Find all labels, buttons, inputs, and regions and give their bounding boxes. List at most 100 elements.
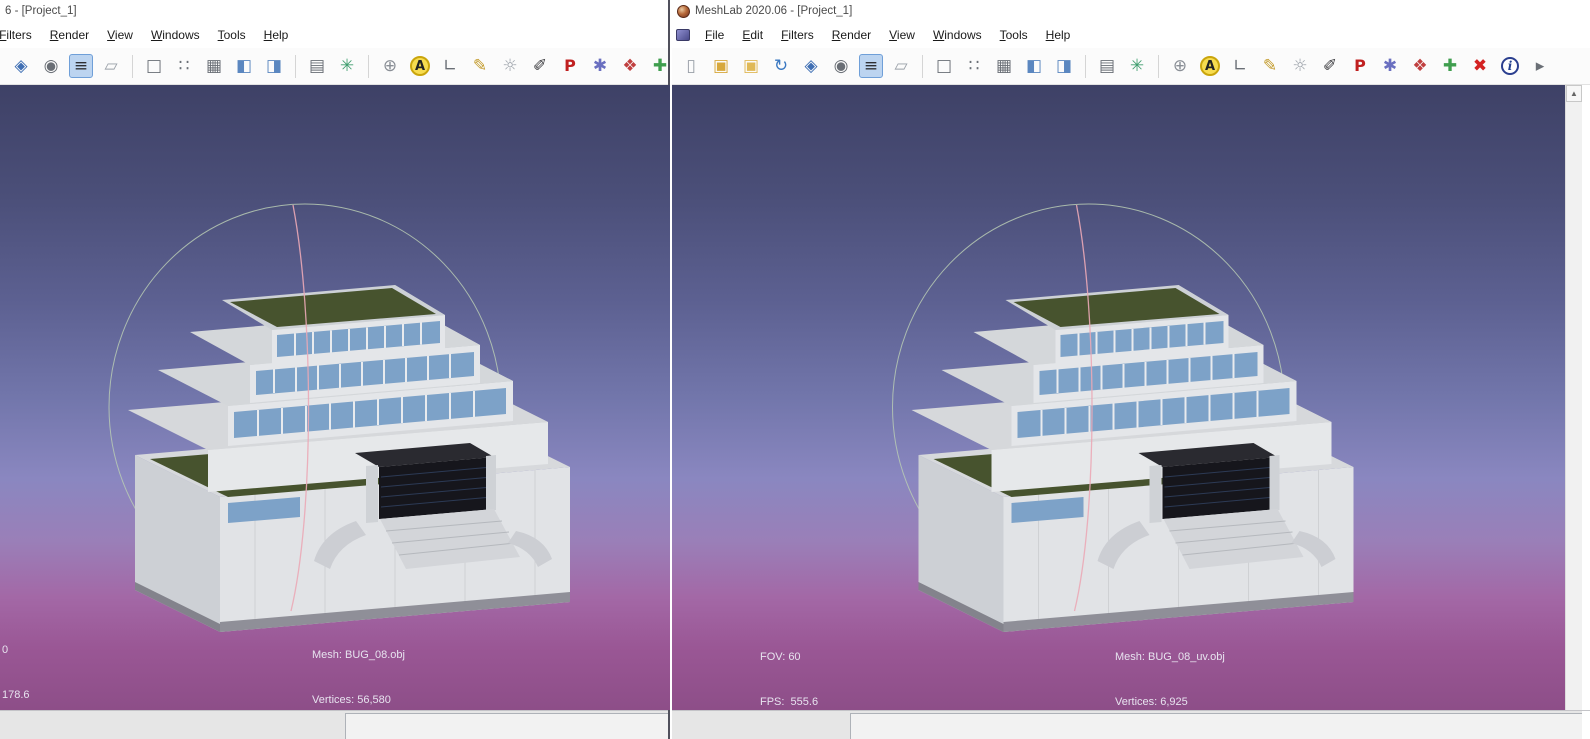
draw-flat-shading-icon[interactable]: ◧: [1022, 54, 1046, 78]
meshlab-window-left: 6 - [Project_1] File Edit Filters Render…: [0, 0, 670, 739]
menu-tools[interactable]: Tools: [991, 26, 1037, 44]
window-title-right: MeshLab 2020.06 - [Project_1]: [695, 5, 852, 17]
align-tool-icon[interactable]: ❖: [1408, 54, 1432, 78]
menu-render[interactable]: Render: [823, 26, 880, 44]
overflow-icon[interactable]: ▸: [1528, 54, 1552, 78]
decorators-icon[interactable]: ✳: [335, 54, 359, 78]
menu-edit[interactable]: Edit: [733, 26, 772, 44]
select-vertexes-icon[interactable]: ✱: [588, 54, 612, 78]
open-project-icon[interactable]: ▣: [709, 54, 733, 78]
snapshot-icon[interactable]: ◉: [39, 54, 63, 78]
trackball-icon[interactable]: ⊕: [378, 54, 402, 78]
hud-fov: FOV: 60: [760, 650, 848, 665]
menu-windows[interactable]: Windows: [924, 26, 991, 44]
draw-flat-shading-icon[interactable]: ◧: [232, 54, 256, 78]
menu-filters[interactable]: Filters: [0, 26, 41, 44]
save-project-icon[interactable]: ◈: [9, 54, 33, 78]
toolbar-right: ▯▣▣↻◈◉≡▱□∷▦◧◨▤✳⊕A∟✎☼✐P✱❖✚✖i▸: [672, 48, 1590, 85]
draw-points-icon[interactable]: ∷: [962, 54, 986, 78]
render-hud-left: 0 178.6 ENDERING: [2, 613, 60, 710]
menu-render[interactable]: Render: [41, 26, 98, 44]
print-icon[interactable]: ▱: [889, 54, 913, 78]
edit-lamp-icon[interactable]: ☼: [1288, 54, 1312, 78]
texture-mode-icon[interactable]: ▤: [1095, 54, 1119, 78]
print-icon[interactable]: ▱: [99, 54, 123, 78]
align-tool-icon[interactable]: ❖: [618, 54, 642, 78]
info-icon[interactable]: i: [1501, 57, 1519, 75]
mesh-info-left: Mesh: BUG_08.obj Vertices: 56,580 Faces:…: [312, 618, 405, 710]
draw-smooth-shading-icon[interactable]: ◨: [1052, 54, 1076, 78]
titlebar-right[interactable]: MeshLab 2020.06 - [Project_1]: [672, 0, 1590, 22]
scrollbar-up-icon[interactable]: ▲: [1566, 85, 1582, 102]
viewport-3d-right[interactable]: FOV: 60 FPS: 555.6 BO_RENDERING Mesh: BU…: [672, 85, 1565, 710]
menubar-right: File Edit Filters Render View Windows To…: [672, 22, 1590, 48]
draw-wireframe-icon[interactable]: ▦: [992, 54, 1016, 78]
scrollbar-vertical[interactable]: ▲: [1565, 85, 1582, 710]
edit-pen-icon[interactable]: ✎: [468, 54, 492, 78]
measure-tool-icon[interactable]: ✚: [1438, 54, 1462, 78]
pick-points-icon[interactable]: P: [1348, 54, 1372, 78]
ambient-occlusion-icon[interactable]: A: [410, 56, 430, 76]
import-mesh-icon[interactable]: ▣: [739, 54, 763, 78]
hud-fps: FPS: 555.6: [760, 695, 848, 710]
menu-tools[interactable]: Tools: [209, 26, 255, 44]
menu-view[interactable]: View: [98, 26, 142, 44]
save-project-icon[interactable]: ◈: [799, 54, 823, 78]
select-vertexes-icon[interactable]: ✱: [1378, 54, 1402, 78]
building-model-left: [0, 85, 670, 710]
bottom-strip-left: [0, 710, 668, 739]
mesh-name: Mesh: BUG_08.obj: [312, 648, 405, 663]
draw-bbox-icon[interactable]: □: [932, 54, 956, 78]
toolbar-separator: [1158, 55, 1159, 78]
edit-brush-icon[interactable]: ✐: [528, 54, 552, 78]
reload-mesh-icon[interactable]: ↻: [0, 54, 3, 78]
new-project-icon[interactable]: ▯: [679, 54, 703, 78]
ambient-occlusion-icon[interactable]: A: [1200, 56, 1220, 76]
texture-mode-icon[interactable]: ▤: [305, 54, 329, 78]
menu-windows[interactable]: Windows: [142, 26, 209, 44]
toolbar-separator: [922, 55, 923, 78]
show-layer-dialog-icon[interactable]: ≡: [69, 54, 93, 78]
bottom-strip-right: [672, 710, 1590, 739]
meshlab-logo-icon: [677, 5, 690, 18]
bottom-panel-left: [345, 713, 668, 739]
reload-mesh-icon[interactable]: ↻: [769, 54, 793, 78]
draw-points-icon[interactable]: ∷: [172, 54, 196, 78]
georef-tool-icon[interactable]: ✖: [1468, 54, 1492, 78]
toolbar-separator: [132, 55, 133, 78]
menu-file[interactable]: File: [696, 26, 733, 44]
building-model-right: [672, 85, 1565, 710]
mdi-child-icon[interactable]: [676, 29, 690, 41]
toolbar-left: ▯▣▣↻◈◉≡▱□∷▦◧◨▤✳⊕A∟✎☼✐P✱❖✚✖i▸: [0, 48, 668, 85]
decorators-icon[interactable]: ✳: [1125, 54, 1149, 78]
menubar-left: File Edit Filters Render View Windows To…: [0, 22, 668, 48]
menu-filters[interactable]: Filters: [772, 26, 823, 44]
toolbar-separator: [295, 55, 296, 78]
measure-tool-icon[interactable]: ✚: [648, 54, 668, 78]
mesh-vertices: Vertices: 56,580: [312, 693, 405, 708]
bottom-panel-right: [850, 713, 1582, 739]
trackball-icon[interactable]: ⊕: [1168, 54, 1192, 78]
edit-lamp-icon[interactable]: ☼: [498, 54, 522, 78]
pick-points-icon[interactable]: P: [558, 54, 582, 78]
edit-axis-icon[interactable]: ∟: [438, 54, 462, 78]
draw-bbox-icon[interactable]: □: [142, 54, 166, 78]
show-layer-dialog-icon[interactable]: ≡: [859, 54, 883, 78]
draw-smooth-shading-icon[interactable]: ◨: [262, 54, 286, 78]
toolbar-separator: [368, 55, 369, 78]
edit-brush-icon[interactable]: ✐: [1318, 54, 1342, 78]
menu-help[interactable]: Help: [255, 26, 298, 44]
mesh-vertices: Vertices: 6,925: [1115, 695, 1225, 710]
draw-wireframe-icon[interactable]: ▦: [202, 54, 226, 78]
snapshot-icon[interactable]: ◉: [829, 54, 853, 78]
menu-view[interactable]: View: [880, 26, 924, 44]
viewport-3d-left[interactable]: 0 178.6 ENDERING Mesh: BUG_08.obj Vertic…: [0, 85, 670, 710]
menu-help[interactable]: Help: [1037, 26, 1080, 44]
mesh-info-right: Mesh: BUG_08_uv.obj Vertices: 6,925 Face…: [1115, 620, 1225, 710]
window-title-left: 6 - [Project_1]: [5, 5, 77, 17]
edit-axis-icon[interactable]: ∟: [1228, 54, 1252, 78]
edit-pen-icon[interactable]: ✎: [1258, 54, 1282, 78]
titlebar-left[interactable]: 6 - [Project_1]: [0, 0, 668, 22]
meshlab-window-right: MeshLab 2020.06 - [Project_1] File Edit …: [672, 0, 1590, 739]
render-hud-right: FOV: 60 FPS: 555.6 BO_RENDERING: [760, 620, 848, 710]
